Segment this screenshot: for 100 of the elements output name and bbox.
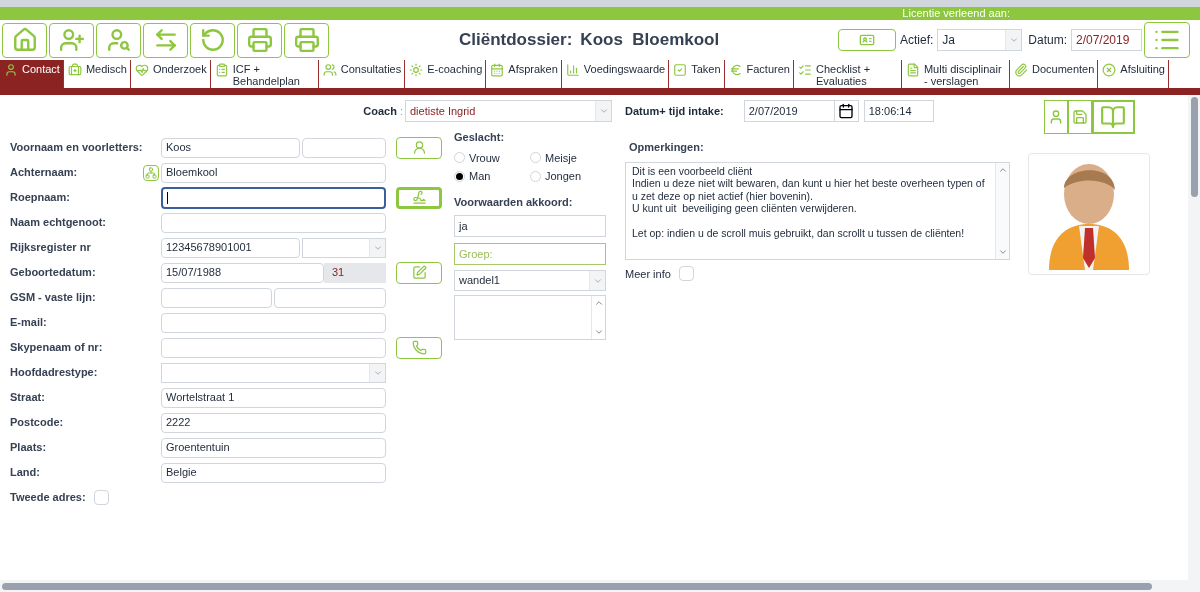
calendar-icon <box>838 103 855 119</box>
datum-label: Datum: <box>1028 32 1067 49</box>
field-label: Naam echtgenoot: <box>10 215 107 231</box>
scroll-up-icon[interactable] <box>593 298 604 308</box>
toolbar-button[interactable] <box>49 22 94 58</box>
select-field[interactable] <box>302 237 386 258</box>
input-field[interactable]: 2222 <box>161 412 386 433</box>
refresh-icon <box>199 27 226 53</box>
input-field[interactable]: Koos <box>161 137 300 158</box>
medical-kit-icon <box>67 63 82 77</box>
voorwaarden-field[interactable]: ja <box>454 215 606 237</box>
input-field[interactable]: Wortelstraat 1 <box>161 387 386 408</box>
id-card-icon <box>858 32 875 48</box>
chart-icon <box>565 63 580 77</box>
input-field[interactable]: Bloemkool <box>161 162 386 183</box>
meer-info-label: Meer info <box>625 266 671 282</box>
intake-date-field[interactable]: 2/07/2019 <box>743 100 859 122</box>
toolbar-button[interactable] <box>190 22 235 58</box>
actief-select[interactable]: Ja <box>937 29 1023 51</box>
radio-label: Vrouw <box>469 150 500 166</box>
gender-label: Geslacht: <box>454 130 506 145</box>
toolbar-button[interactable] <box>2 22 47 58</box>
client-name: Koos Bloemkool <box>580 29 720 52</box>
help-button[interactable] <box>1091 100 1135 134</box>
select-field[interactable] <box>161 362 386 383</box>
search-user-icon <box>105 27 132 53</box>
user-icon <box>4 63 18 77</box>
group-field[interactable]: Groep: <box>454 243 606 265</box>
radio-label: Man <box>469 169 491 184</box>
window-title: Cliëntdossier: <box>459 29 573 52</box>
age-field: 31 <box>324 262 386 283</box>
users-icon <box>322 63 337 77</box>
toolbar-button[interactable] <box>96 22 141 58</box>
person-icon <box>411 140 427 155</box>
user-sign-button[interactable] <box>1043 100 1068 134</box>
field-label: Straat: <box>10 390 46 406</box>
input-field[interactable]: 12345678901001 <box>161 237 300 258</box>
toolbar-button[interactable] <box>237 22 282 58</box>
signature-button[interactable] <box>396 186 442 209</box>
input-field[interactable] <box>161 186 386 209</box>
license-text: Licentie verleend aan: <box>902 8 1010 19</box>
heart-icon <box>134 63 149 77</box>
document-icon <box>905 63 920 77</box>
opmerkingen-label: Opmerkingen: <box>629 140 705 155</box>
close-icon <box>1102 63 1117 77</box>
field-label: GSM - vaste lijn: <box>10 290 97 306</box>
field-label: Skypenaam of nr: <box>10 340 104 356</box>
sun-icon <box>409 63 424 77</box>
remarks-text: Dit is een voorbeeld cliënt Indien u deze niet wilt bewaren, dan kunt u hier het beste overheen typen of u zet deze op niet actief (hier bovenin). U kunt uit beveiliging geen cliënten verwijderen. Let op: indien u de scroll muis gebruikt, dan scrollt u tussen de cliënten! <box>631 163 986 241</box>
menu-button[interactable] <box>1144 22 1190 58</box>
chevron-down-icon <box>598 106 609 116</box>
euro-icon <box>728 63 743 77</box>
help-book-icon <box>1100 104 1127 130</box>
field-label: Roepnaam: <box>10 190 71 206</box>
scroll-down-icon[interactable] <box>593 327 604 337</box>
field-label: Geboortedatum: <box>10 265 97 281</box>
person-button[interactable] <box>396 136 442 159</box>
checkbox[interactable] <box>678 266 694 282</box>
save-button[interactable] <box>1067 100 1092 134</box>
edit-icon <box>411 265 427 280</box>
input-field[interactable]: Groententuin <box>161 437 386 458</box>
phone-icon <box>411 340 427 355</box>
edit-button[interactable] <box>396 261 442 284</box>
intake-time-field[interactable]: 18:06:14 <box>863 100 934 122</box>
checkbox[interactable] <box>93 490 109 505</box>
actief-label: Actief: <box>899 32 934 49</box>
intake-label: Datum+ tijd intake: <box>625 103 724 119</box>
group-list[interactable] <box>454 295 606 340</box>
save-icon <box>1071 109 1088 125</box>
id-card-button[interactable] <box>837 29 896 51</box>
add-user-icon <box>58 27 85 53</box>
clipboard-icon <box>214 63 229 77</box>
calendar-icon <box>490 63 505 77</box>
remarks-textarea[interactable] <box>625 161 1010 260</box>
field-label: Hoofdadrestype: <box>10 365 99 381</box>
voorwaarden-label: Voorwaarden akkoord: <box>454 194 574 210</box>
group-select[interactable]: wandel1 <box>454 270 606 291</box>
paperclip-icon <box>1013 63 1028 77</box>
toolbar-button[interactable] <box>284 22 329 58</box>
coach-select[interactable]: dietiste Ingrid <box>405 100 612 122</box>
home-icon <box>11 27 38 53</box>
chevron-down-icon <box>1008 35 1019 45</box>
tab[interactable]: Contact <box>0 60 64 88</box>
field-label: Voornaam en voorletters: <box>10 140 143 156</box>
toolbar-button[interactable] <box>143 22 188 58</box>
horizontal-scrollbar[interactable] <box>0 580 1200 592</box>
input-field[interactable]: Belgie <box>161 462 386 483</box>
phone-button[interactable] <box>396 336 442 359</box>
coach-label: Coach <box>363 103 397 119</box>
input-field[interactable]: 15/07/1988 <box>161 262 324 283</box>
coach-separator: : <box>399 103 403 119</box>
checkbox-icon <box>673 63 688 77</box>
lookup-icon[interactable] <box>143 164 159 181</box>
field-label: Postcode: <box>10 415 65 431</box>
scrollbar[interactable] <box>1188 95 1200 580</box>
field-label: Plaats: <box>10 440 48 456</box>
checklist-icon <box>797 63 812 77</box>
field-label: Rijksregister nr <box>10 240 92 256</box>
radio-label: Jongen <box>545 169 582 184</box>
date-field[interactable]: 2/07/2019 <box>1071 29 1142 51</box>
